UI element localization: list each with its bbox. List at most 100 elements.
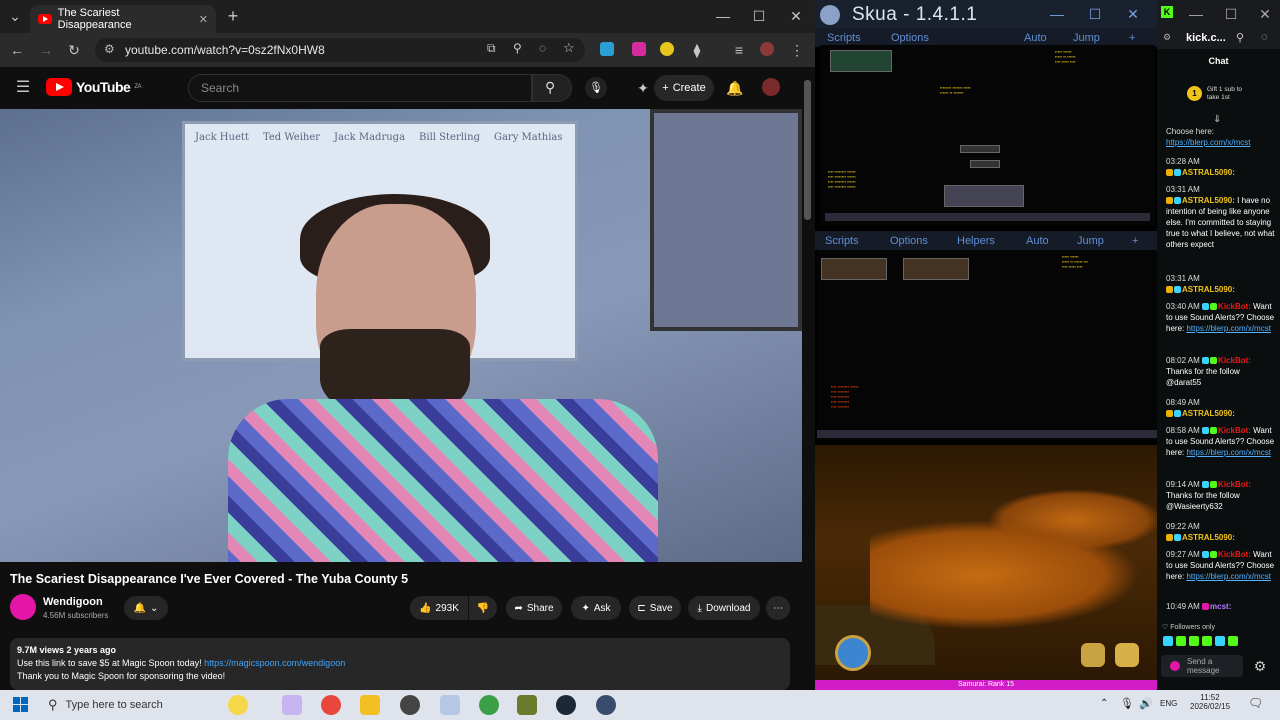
emote-icon[interactable] <box>1189 636 1199 646</box>
youtube-search-input[interactable]: Search <box>188 74 532 102</box>
game-view-1[interactable]: ▪▪▪▪▪▪▪▪ ▪▪▪▪▪▪▪ ▪▪▪▪▪ ▪▪▪▪▪▪ ▪▪ ▪▪▪▪▪▪▪ … <box>820 45 1155 225</box>
profile-avatar[interactable] <box>760 42 774 56</box>
steam-icon[interactable] <box>556 695 576 715</box>
gift-sub-text[interactable]: Gift 1 sub to take 1st <box>1207 86 1251 102</box>
back-icon[interactable]: ← <box>6 39 28 61</box>
menu-helpers[interactable]: Helpers <box>957 235 995 247</box>
message-user[interactable]: mcst: <box>1210 602 1231 611</box>
kick-minimize-icon[interactable]: — <box>1185 3 1207 25</box>
message-user[interactable]: ASTRAL5090: <box>1182 533 1235 542</box>
extension-2-icon[interactable] <box>632 42 646 56</box>
message-user[interactable]: ASTRAL5090: <box>1182 168 1235 177</box>
menu-plus[interactable]: + <box>1132 235 1138 247</box>
start-button[interactable] <box>13 697 28 712</box>
extensions-puzzle-icon[interactable]: ⧫ <box>686 39 708 61</box>
widget-stars-icon[interactable] <box>228 695 248 715</box>
menu-jump[interactable]: Jump <box>1073 32 1100 44</box>
game-view-2[interactable]: ▪▪▪▪▪ ▪▪▪▪▪▪ ▪▪▪▪▪ ▪▪ ▪▪▪▪▪▪ ▪▪▪ ▪▪▪▪ ▪▪▪▪… <box>817 250 1157 440</box>
message-user[interactable]: KickBot: <box>1218 426 1251 435</box>
voice-search-icon[interactable]: 🎙 <box>585 77 607 99</box>
emote-icon[interactable] <box>1163 636 1173 646</box>
skill-icon[interactable] <box>835 635 871 671</box>
message-user[interactable]: KickBot: <box>1218 480 1251 489</box>
kick-address-bar[interactable]: ⚙ kick.c... ⚲ ◌ <box>1157 29 1280 49</box>
kick-maximize-icon[interactable]: ☐ <box>1220 3 1242 25</box>
save-button[interactable]: ⊏ Save <box>629 596 681 620</box>
menu-plus[interactable]: + <box>1129 32 1135 44</box>
message-link[interactable]: https://blerp.com/x/mcst <box>1186 572 1270 581</box>
new-tab-icon[interactable]: + <box>222 5 244 27</box>
forward-icon[interactable]: → <box>35 39 57 61</box>
hamburger-menu-icon[interactable]: ☰ <box>12 76 34 98</box>
channel-avatar[interactable] <box>10 594 36 620</box>
notifications-icon[interactable]: 🗨 <box>1248 696 1263 710</box>
menu-auto[interactable]: Auto <box>1026 235 1049 247</box>
emote-bar[interactable] <box>1163 636 1277 648</box>
extension-3-icon[interactable] <box>660 42 674 56</box>
minimize-icon[interactable]: — <box>712 5 734 27</box>
tray-chevron-icon[interactable]: ⌃ <box>1100 698 1108 709</box>
address-bar[interactable]: ⚙ youtube.com/watch?v=0sz2fNx0HW8 ⧉ ⚲ ◌ … <box>95 38 585 62</box>
gift-sub-icon[interactable]: 1 <box>1187 86 1202 101</box>
taskbar-clock[interactable]: 11:52 2026/02/15 <box>1190 693 1230 711</box>
youtube-logo[interactable]: YouTube ZA <box>46 78 141 96</box>
pin-icon[interactable]: ⇓ <box>1213 114 1221 125</box>
message-link[interactable]: https://blerp.com/x/mcst <box>1186 324 1270 333</box>
game-launcher-icon[interactable] <box>517 695 537 715</box>
skua-minimize-icon[interactable]: — <box>1046 3 1068 25</box>
bookmark-star-icon[interactable]: ☆ <box>563 40 575 56</box>
menu-auto[interactable]: Auto <box>1024 32 1047 44</box>
emote-icon[interactable] <box>1228 636 1238 646</box>
menu-scripts[interactable]: Scripts <box>827 32 861 44</box>
action-bar[interactable] <box>817 430 1157 438</box>
maximize-icon[interactable]: ☐ <box>748 5 770 27</box>
copilot-icon[interactable] <box>282 695 302 715</box>
skua-maximize-icon[interactable]: ☐ <box>1084 3 1106 25</box>
channel-name[interactable]: Wendigoon <box>43 596 103 608</box>
zoom-icon[interactable]: ⚲ <box>1236 31 1244 44</box>
account-avatar[interactable] <box>762 78 780 96</box>
notifications-bell-icon[interactable]: 🔔 <box>724 77 746 99</box>
settings-icon[interactable]: ⚙ <box>1249 655 1271 677</box>
message-link[interactable]: https://blerp.com/x/mcst <box>1186 448 1270 457</box>
close-window-icon[interactable]: ✕ <box>785 5 807 27</box>
skua-taskbar-icon[interactable] <box>596 695 616 715</box>
like-button[interactable]: 👍 293K <box>410 596 468 620</box>
volume-icon[interactable]: 🔊 <box>1139 697 1153 710</box>
reload-icon[interactable]: ↻ <box>63 39 85 61</box>
menu-options[interactable]: Options <box>891 32 929 44</box>
zoom-icon[interactable]: ⚲ <box>513 41 522 55</box>
tab-youtube[interactable]: The Scariest Disappearance ✕ <box>30 5 216 33</box>
tab-search-icon[interactable]: ⌄ <box>4 5 26 27</box>
ask-button[interactable]: ✦ Ask <box>571 596 621 620</box>
microphone-icon[interactable]: 🎙 <box>1120 697 1134 710</box>
chrome-icon[interactable] <box>321 695 341 715</box>
search-button[interactable]: ⚲ <box>532 74 572 102</box>
create-button[interactable]: + Create <box>654 75 714 101</box>
menu-jump[interactable]: Jump <box>1077 235 1104 247</box>
snipping-tool-icon[interactable] <box>440 695 460 715</box>
message-user[interactable]: ASTRAL5090: <box>1182 285 1235 294</box>
file-explorer-icon[interactable] <box>360 695 380 715</box>
message-user[interactable]: ASTRAL5090: <box>1182 409 1235 418</box>
obs-icon[interactable] <box>400 695 420 715</box>
skua-close-icon[interactable]: ✕ <box>1122 3 1144 25</box>
dislike-button[interactable]: 👎 <box>469 596 497 620</box>
chrome-alt-icon[interactable] <box>479 695 499 715</box>
message-user[interactable]: KickBot: <box>1218 302 1251 311</box>
description-link[interactable]: https://magicspoon.com/wendigoon <box>204 658 345 668</box>
share-button[interactable]: ➦ Share <box>506 596 562 620</box>
emote-icon[interactable] <box>1176 636 1186 646</box>
eye-off-icon[interactable]: ◌ <box>1261 31 1268 43</box>
message-link[interactable]: https://blerp.com/x/mcst <box>1166 138 1250 147</box>
message-user[interactable]: KickBot: <box>1218 550 1251 559</box>
emote-icon[interactable] <box>1215 636 1225 646</box>
tab-close-icon[interactable]: ✕ <box>199 13 208 26</box>
more-actions-button[interactable]: ⋯ <box>766 596 790 620</box>
video-player[interactable]: Jack Huett Ted Weiher Jack Madruga Bill … <box>0 109 802 562</box>
menu-options[interactable]: Options <box>890 235 928 247</box>
skill-icon[interactable] <box>1115 643 1139 667</box>
message-user[interactable]: ASTRAL5090: <box>1182 196 1235 205</box>
message-user[interactable]: KickBot: <box>1218 356 1251 365</box>
site-info-icon[interactable]: ⚙ <box>104 42 115 56</box>
